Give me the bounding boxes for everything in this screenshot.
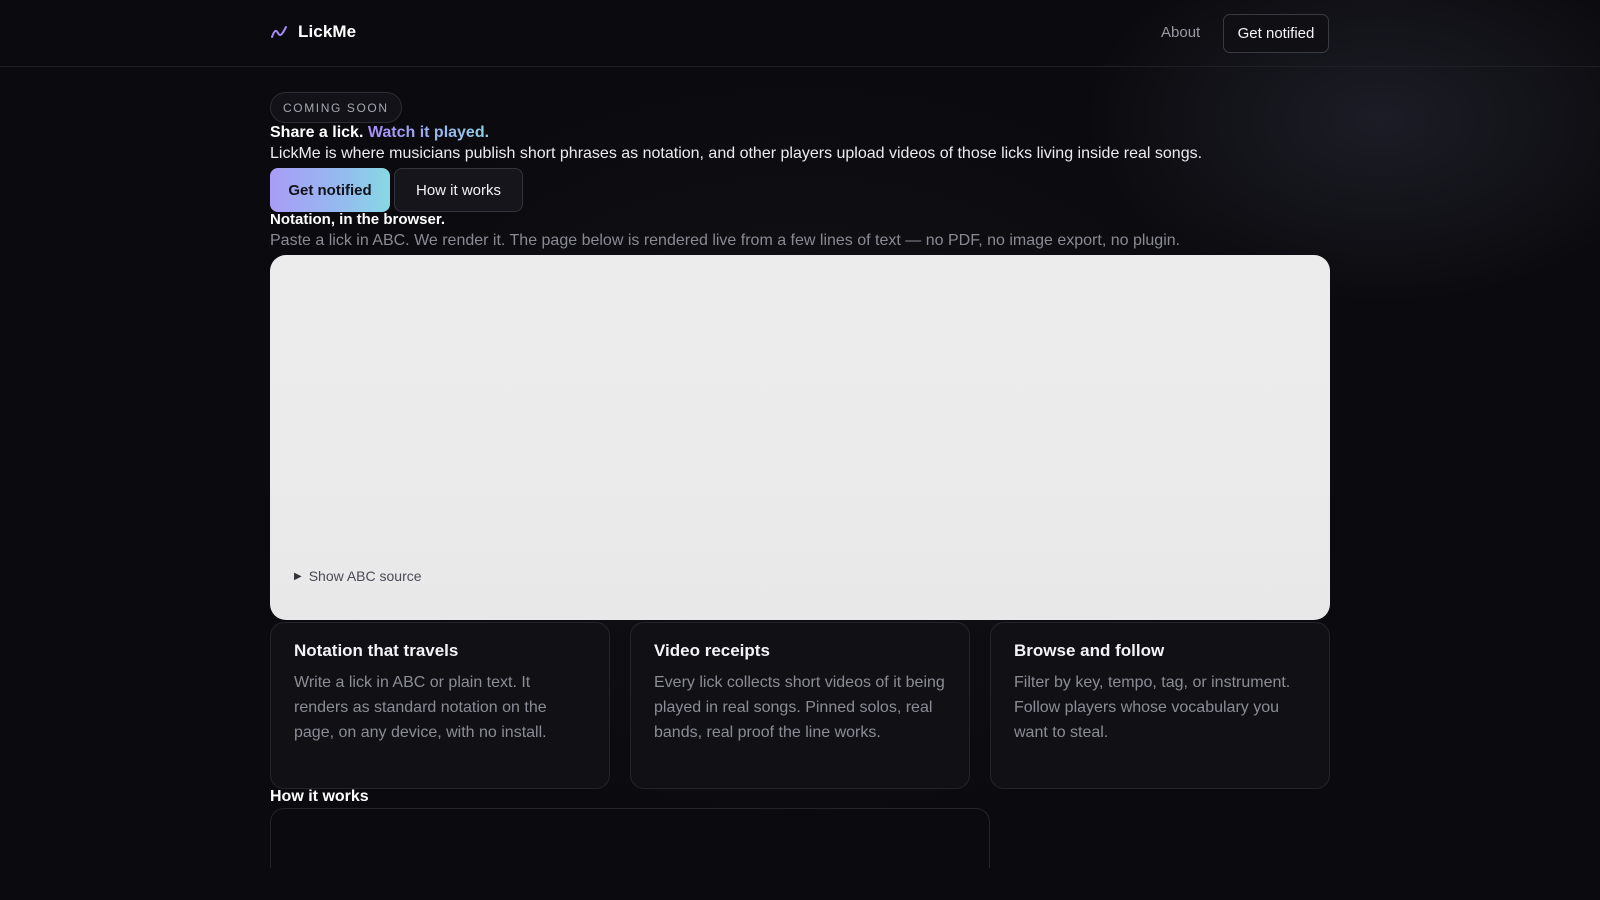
hero-headline: Share a lick. Watch it played. xyxy=(270,124,489,142)
how-it-works-panel xyxy=(270,808,990,868)
brand-logo-link[interactable]: LickMe xyxy=(270,22,356,42)
hero-get-notified-button[interactable]: Get notified xyxy=(270,168,390,212)
coming-soon-badge: COMING SOON xyxy=(270,92,402,123)
hero-description: LickMe is where musicians publish short … xyxy=(270,145,1203,162)
feature-card-title: Video receipts xyxy=(654,641,770,660)
brand-name: LickMe xyxy=(298,22,357,41)
notation-staff-area xyxy=(296,315,1304,555)
notation-section-subtitle: Paste a lick in ABC. We render it. The p… xyxy=(270,232,1181,249)
feature-card-body: Every lick collects short videos of it b… xyxy=(654,674,945,741)
header-get-notified-button[interactable]: Get notified xyxy=(1223,14,1329,53)
feature-card-title: Browse and follow xyxy=(1014,641,1165,660)
headline-lead: Share a lick. xyxy=(270,124,364,141)
feature-card-title: Notation that travels xyxy=(294,641,459,660)
squiggle-line-icon xyxy=(271,26,287,38)
nav-about-link[interactable]: About xyxy=(1161,24,1200,41)
show-abc-source-label: Show ABC source xyxy=(308,568,422,584)
feature-card-body: Write a lick in ABC or plain text. It re… xyxy=(294,674,547,741)
how-it-works-heading: How it works xyxy=(270,788,369,805)
notation-render-panel: ▶ Show ABC source xyxy=(270,255,1330,620)
disclosure-triangle-icon: ▶ xyxy=(294,570,302,582)
feature-card-browse: Browse and follow Filter by key, tempo, … xyxy=(990,622,1330,789)
how-it-works-button[interactable]: How it works xyxy=(394,168,523,212)
site-header: LickMe About Get notified xyxy=(0,0,1600,67)
show-abc-source-toggle[interactable]: ▶ Show ABC source xyxy=(294,568,422,584)
notation-section-title: Notation, in the browser. xyxy=(270,211,446,228)
feature-card-video: Video receipts Every lick collects short… xyxy=(630,622,970,789)
feature-card-notation: Notation that travels Write a lick in AB… xyxy=(270,622,610,789)
headline-accent: Watch it played. xyxy=(367,124,490,141)
feature-card-body: Filter by key, tempo, tag, or instrument… xyxy=(1014,674,1291,741)
